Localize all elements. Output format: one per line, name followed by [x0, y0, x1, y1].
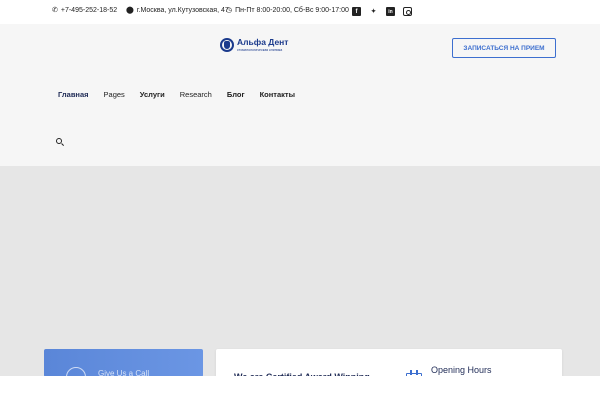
search-icon[interactable] — [56, 138, 65, 146]
opening-hours-heading: Opening Hours — [431, 365, 492, 375]
linkedin-icon[interactable]: in — [386, 7, 395, 16]
top-info-bar: ✆ +7-495-252-18-52 ⬤ г.Москва, ул.Кутузо… — [0, 0, 600, 24]
phone-icon: ✆ — [52, 7, 58, 14]
hours-text: Пн-Пт 8:00-20:00, Сб-Вс 9:00-17:00 — [235, 7, 349, 14]
logo-subtitle: стоматологическая клиника — [237, 47, 283, 52]
twitter-icon[interactable]: ✦ — [369, 7, 378, 16]
address-text: г.Москва, ул.Кутузовская, 47 — [136, 7, 229, 14]
main-nav: Главная Pages Услуги Research Блог Конта… — [58, 90, 310, 99]
appointment-button[interactable]: ЗАПИСАТЬСЯ НА ПРИЕМ — [452, 38, 556, 58]
phone-info[interactable]: ✆ +7-495-252-18-52 — [52, 7, 117, 14]
hours-info: ◷ Пн-Пт 8:00-20:00, Сб-Вс 9:00-17:00 — [226, 7, 349, 14]
site-header: Альфа Дент стоматологическая клиника ЗАП… — [0, 24, 600, 166]
facebook-icon[interactable]: f — [352, 7, 361, 16]
clock-icon: ◷ — [226, 7, 233, 14]
page-bottom — [0, 376, 600, 400]
nav-item-blog[interactable]: Блог — [227, 90, 245, 99]
tooth-icon — [220, 38, 234, 52]
map-pin-icon: ⬤ — [126, 7, 134, 14]
nav-item-contacts[interactable]: Контакты — [260, 90, 295, 99]
nav-item-pages[interactable]: Pages — [104, 90, 125, 99]
nav-item-home[interactable]: Главная — [58, 90, 89, 99]
phone-number: +7-495-252-18-52 — [60, 7, 118, 14]
instagram-icon[interactable] — [403, 7, 412, 16]
social-links: f ✦ in — [352, 7, 412, 16]
nav-item-research[interactable]: Research — [180, 90, 212, 99]
logo-title: Альфа Дент — [237, 37, 289, 48]
logo[interactable]: Альфа Дент стоматологическая клиника — [220, 38, 288, 52]
call-card[interactable]: Give Us a Call — [44, 349, 203, 377]
address-info: ⬤ г.Москва, ул.Кутузовская, 47 — [126, 7, 229, 14]
nav-item-services[interactable]: Услуги — [140, 90, 165, 99]
